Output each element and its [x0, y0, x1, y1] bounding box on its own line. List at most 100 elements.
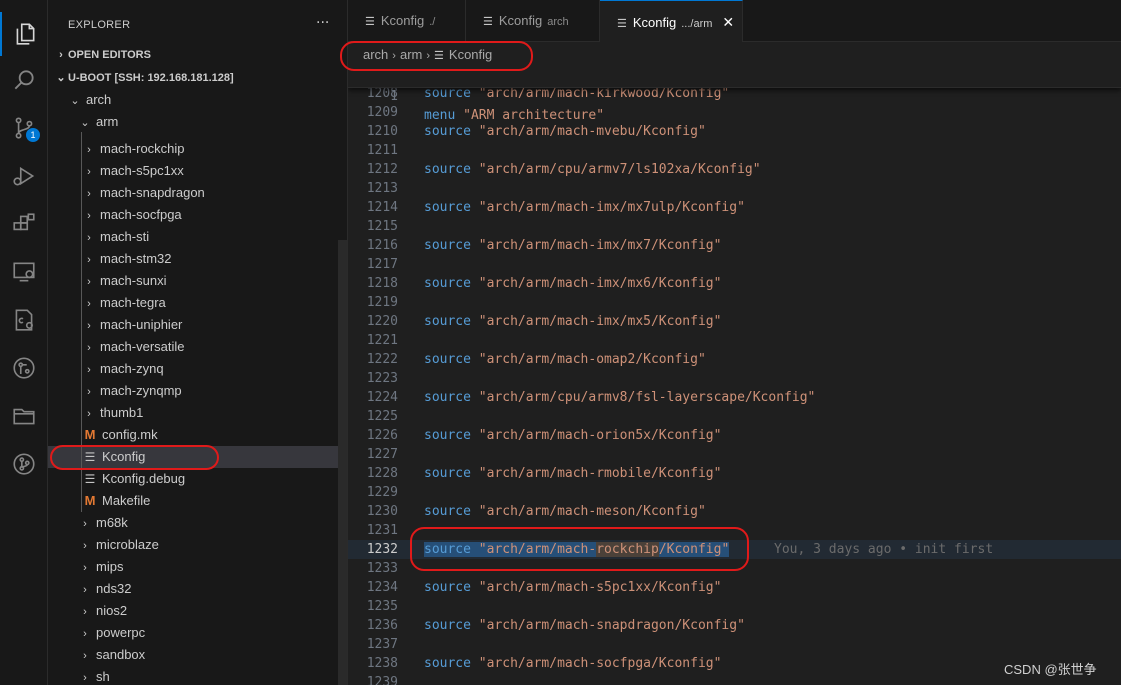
- chevron-right-icon: ›: [87, 342, 91, 354]
- code-line[interactable]: 1222 source "arch/arm/mach-omap2/Kconfig": [348, 350, 1121, 369]
- sidebar-scrollbar[interactable]: [338, 240, 347, 685]
- tree-item[interactable]: › mach-sti: [48, 226, 347, 248]
- code-line[interactable]: 1213: [348, 179, 1121, 198]
- tree-item[interactable]: › mach-tegra: [48, 292, 347, 314]
- code-line[interactable]: 1219: [348, 293, 1121, 312]
- code-line[interactable]: 1230 source "arch/arm/mach-meson/Kconfig": [348, 502, 1121, 521]
- chevron-right-icon: ›: [87, 210, 91, 222]
- keyword-token: menu: [424, 108, 456, 123]
- line-number: 1230: [366, 504, 398, 519]
- tree-item-label: mach-zynq: [100, 361, 164, 376]
- tree-item-label: mach-sti: [100, 229, 150, 244]
- tree-item[interactable]: Mconfig.mk: [48, 424, 347, 446]
- tree-item[interactable]: › mach-snapdragon: [48, 182, 347, 204]
- tab-kconfig-root[interactable]: ☰ Kconfig ./: [348, 0, 466, 42]
- string-token: "arch/arm/mach-imx/mx7ulp/Kconfig": [478, 200, 745, 215]
- tree-item[interactable]: › mips: [48, 556, 347, 578]
- code-line[interactable]: 1214 source "arch/arm/mach-imx/mx7ulp/Kco…: [348, 198, 1121, 217]
- c-cpp-settings-icon[interactable]: [0, 298, 48, 342]
- code-line[interactable]: 1212 source "arch/arm/cpu/armv7/ls102xa/K…: [348, 160, 1121, 179]
- run-debug-icon[interactable]: [0, 154, 48, 198]
- code-line[interactable]: 1225: [348, 407, 1121, 426]
- keyword-token: source: [424, 238, 471, 253]
- chevron-down-icon: ⌄: [56, 72, 66, 84]
- code-line[interactable]: 1236 source "arch/arm/mach-snapdragon/Kco…: [348, 616, 1121, 635]
- tree-item[interactable]: ⌄ arm: [48, 111, 347, 133]
- line-number: 1214: [366, 200, 398, 215]
- git-graph-icon[interactable]: [0, 442, 48, 486]
- code-line[interactable]: 1217: [348, 255, 1121, 274]
- tree-item-label: mach-uniphier: [100, 317, 183, 332]
- tree-item-label: Kconfig.debug: [102, 471, 186, 486]
- code-text: source "arch/arm/mach-imx/mx7/Kconfig": [424, 236, 721, 255]
- open-editors-section[interactable]: › OPEN EDITORS: [48, 44, 347, 66]
- code-line[interactable]: 1218 source "arch/arm/mach-imx/mx6/Kconfi…: [348, 274, 1121, 293]
- gitlens-icon[interactable]: [0, 346, 48, 390]
- code-line[interactable]: 1215: [348, 217, 1121, 236]
- tree-item[interactable]: › mach-s5pc1xx: [48, 160, 347, 182]
- line-number: 1219: [366, 295, 398, 310]
- tab-description: arch: [547, 16, 569, 28]
- explorer-icon[interactable]: [0, 12, 48, 56]
- code-line[interactable]: 1216 source "arch/arm/mach-imx/mx7/Kconfi…: [348, 236, 1121, 255]
- tree-item[interactable]: ⌄ arch: [48, 89, 347, 111]
- string-token: "arch/arm/mach-orion5x/Kconfig": [478, 428, 722, 443]
- more-actions-icon[interactable]: ···: [316, 15, 329, 31]
- tree-item[interactable]: › sh: [48, 666, 347, 685]
- tree-item[interactable]: › mach-zynq: [48, 358, 347, 380]
- source-control-icon[interactable]: 1: [0, 106, 48, 150]
- string-token: "arch/arm/mach-imx/mx6/Kconfig": [478, 276, 722, 291]
- tree-item[interactable]: › m68k: [48, 512, 347, 534]
- code-line[interactable]: 1211: [348, 141, 1121, 160]
- tab-kconfig-arm[interactable]: ☰ Kconfig .../arm ✕: [600, 0, 743, 42]
- tree-item[interactable]: › microblaze: [48, 534, 347, 556]
- code-line[interactable]: 1224 source "arch/arm/cpu/armv8/fsl-layer…: [348, 388, 1121, 407]
- code-line[interactable]: 1223: [348, 369, 1121, 388]
- code-line[interactable]: 1226 source "arch/arm/mach-orion5x/Kconfi…: [348, 426, 1121, 445]
- tree-item[interactable]: › mach-zynqmp: [48, 380, 347, 402]
- remote-explorer-icon[interactable]: [0, 250, 48, 294]
- tree-item[interactable]: › nds32: [48, 578, 347, 600]
- folder-icon[interactable]: [0, 394, 48, 438]
- line-number: 1: [390, 89, 398, 104]
- workspace-section[interactable]: ⌄ U-BOOT [SSH: 192.168.181.128]: [48, 67, 347, 89]
- tree-item[interactable]: › mach-sunxi: [48, 270, 347, 292]
- tree-item[interactable]: › mach-rockchip: [48, 138, 347, 160]
- keyword-token: source: [424, 86, 471, 101]
- tree-item[interactable]: › thumb1: [48, 402, 347, 424]
- code-line[interactable]: 1221: [348, 331, 1121, 350]
- code-line[interactable]: 1220 source "arch/arm/mach-imx/mx5/Kconfi…: [348, 312, 1121, 331]
- line-number: 1224: [366, 390, 398, 405]
- line-number: 1238: [366, 656, 398, 671]
- tree-item[interactable]: › sandbox: [48, 644, 347, 666]
- tree-item[interactable]: › powerpc: [48, 622, 347, 644]
- code-line[interactable]: 1228 source "arch/arm/mach-rmobile/Kconfi…: [348, 464, 1121, 483]
- chevron-right-icon: ›: [87, 364, 91, 376]
- search-icon[interactable]: [0, 58, 48, 102]
- chevron-right-icon: ›: [59, 49, 63, 61]
- close-icon[interactable]: ✕: [722, 14, 734, 30]
- tab-label: Kconfig: [380, 13, 425, 28]
- code-line[interactable]: 1237: [348, 635, 1121, 654]
- tree-item[interactable]: › mach-socfpga: [48, 204, 347, 226]
- tree-item[interactable]: › mach-versatile: [48, 336, 347, 358]
- code-line[interactable]: 1234 source "arch/arm/mach-s5pc1xx/Kconfi…: [348, 578, 1121, 597]
- tree-item-label: mach-stm32: [100, 251, 172, 266]
- tree-item[interactable]: › mach-stm32: [48, 248, 347, 270]
- tab-kconfig-arch[interactable]: ☰ Kconfig arch: [466, 0, 600, 42]
- line-number: 1235: [366, 599, 398, 614]
- code-text: source "arch/arm/mach-imx/mx7ulp/Kconfig…: [424, 198, 745, 217]
- extensions-icon[interactable]: [0, 202, 48, 246]
- tree-item[interactable]: › mach-uniphier: [48, 314, 347, 336]
- tree-item[interactable]: M Makefile: [48, 490, 347, 512]
- git-blame-annotation: You, 3 days ago • init first: [774, 542, 994, 557]
- tree-item[interactable]: › nios2: [48, 600, 347, 622]
- code-editor[interactable]: 1208 source "arch/arm/mach-kirkwood/Kconf…: [348, 68, 1121, 685]
- code-line[interactable]: 1235: [348, 597, 1121, 616]
- code-line[interactable]: 1229: [348, 483, 1121, 502]
- sticky-scroll-line[interactable]: 1 menu "ARM architecture": [348, 68, 1121, 123]
- code-line[interactable]: 1227: [348, 445, 1121, 464]
- keyword-token: source: [424, 390, 471, 405]
- tree-item[interactable]: ☰ Kconfig.debug: [48, 468, 347, 490]
- string-token: "ARM architecture": [463, 108, 605, 123]
